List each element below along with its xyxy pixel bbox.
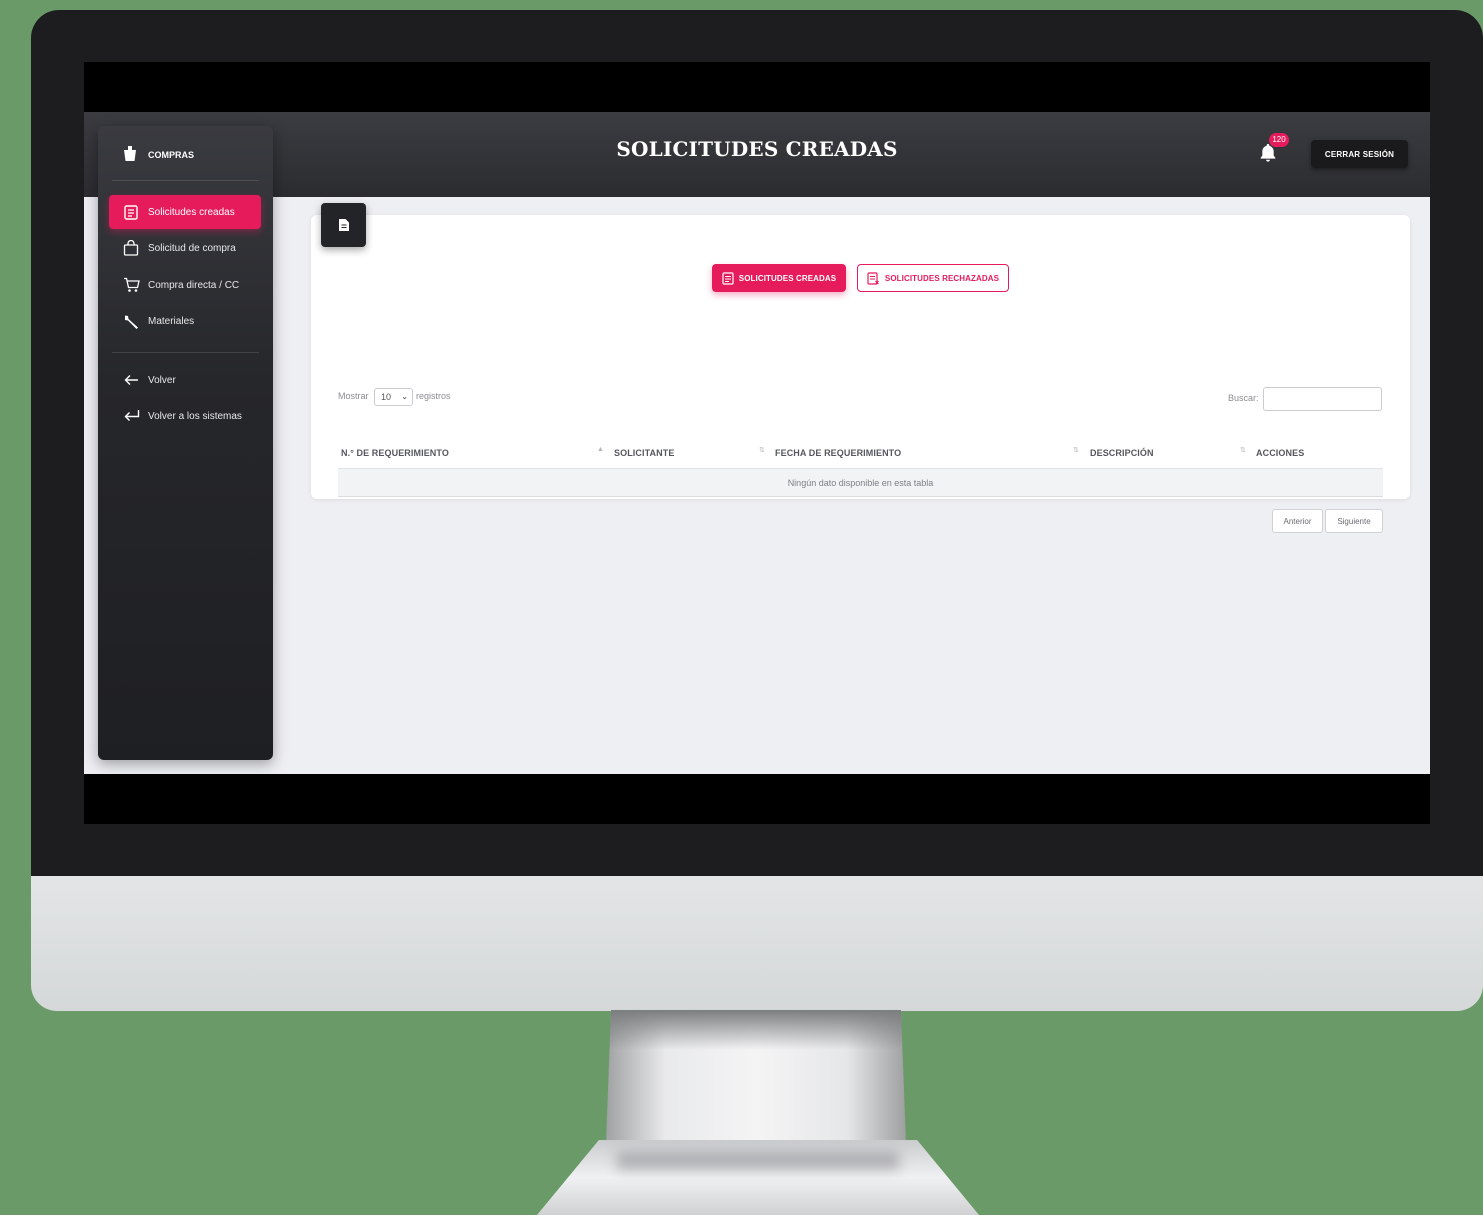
- sidebar-item-volver[interactable]: Volver: [109, 363, 261, 397]
- tab-label: SOLICITUDES RECHAZADAS: [884, 273, 1000, 283]
- sidebar: COMPRAS Solicitudes creadas Solicitud de…: [98, 126, 273, 760]
- cart-icon: [122, 276, 140, 294]
- table-empty-row: Ningún dato disponible en esta tabla: [338, 469, 1383, 497]
- app-window: SOLICITUDES CREADAS 120 CERRAR SESIÓN CO…: [84, 112, 1430, 774]
- tab-solicitudes-rechazadas[interactable]: SOLICITUDES RECHAZADAS: [857, 264, 1009, 292]
- logout-button[interactable]: CERRAR SESIÓN: [1311, 140, 1408, 168]
- shopping-basket-icon: [124, 146, 136, 161]
- sidebar-item-label: Compra directa / CC: [148, 279, 240, 291]
- sidebar-item-volver-sistemas[interactable]: Volver a los sistemas: [109, 399, 261, 433]
- sidebar-divider: [112, 180, 259, 181]
- sidebar-item-label: Solicitudes creadas: [148, 206, 235, 218]
- page-length-value: 10: [381, 392, 392, 402]
- page-length-select[interactable]: 10 ⌄: [374, 388, 413, 406]
- sidebar-item-label: Volver a los sistemas: [148, 410, 242, 422]
- notification-badge: 120: [1269, 133, 1289, 147]
- wrench-icon: [122, 312, 140, 330]
- column-header-descripcion[interactable]: DESCRIPCIÓN: [1090, 448, 1154, 458]
- length-prefix-label: Mostrar: [338, 391, 369, 401]
- next-page-button[interactable]: Siguiente: [1325, 509, 1383, 533]
- sidebar-item-label: Solicitud de compra: [148, 242, 236, 254]
- return-arrow-icon: [122, 407, 140, 425]
- monitor-screen: SOLICITUDES CREADAS 120 CERRAR SESIÓN CO…: [84, 62, 1430, 824]
- tab-solicitudes-creadas[interactable]: SOLICITUDES CREADAS: [712, 264, 846, 292]
- sidebar-item-label: Materiales: [148, 315, 195, 327]
- monitor-stand-base: [537, 1140, 979, 1215]
- page-title: SOLICITUDES CREADAS: [616, 137, 898, 161]
- file-icon: [338, 219, 349, 231]
- tab-label: SOLICITUDES CREADAS: [738, 273, 837, 283]
- search-label: Buscar:: [1228, 393, 1259, 403]
- arrow-left-icon: [122, 371, 140, 389]
- monitor-chin: [31, 876, 1483, 1011]
- sidebar-divider: [112, 352, 259, 353]
- document-list-icon: [722, 271, 734, 285]
- card-header-icon: [321, 203, 366, 247]
- sidebar-brand-label: COMPRAS: [148, 150, 195, 160]
- sidebar-item-label: Volver: [148, 374, 176, 386]
- length-suffix-label: registros: [416, 391, 451, 401]
- chevron-down-icon: ⌄: [401, 392, 408, 401]
- sidebar-item-compra-directa[interactable]: Compra directa / CC: [109, 268, 261, 302]
- column-header-acciones[interactable]: ACCIONES: [1256, 448, 1304, 458]
- sidebar-item-solicitudes-creadas[interactable]: Solicitudes creadas: [109, 195, 261, 229]
- shopping-bag-icon: [122, 239, 140, 257]
- sidebar-item-materiales[interactable]: Materiales: [109, 304, 261, 338]
- sort-icon: ⇅: [1073, 447, 1079, 454]
- sort-icon: ⇅: [759, 447, 765, 454]
- document-list-icon: [122, 203, 140, 221]
- previous-page-button[interactable]: Anterior: [1272, 509, 1323, 533]
- top-bar: SOLICITUDES CREADAS 120 CERRAR SESIÓN: [84, 112, 1430, 197]
- column-header-solicitante[interactable]: SOLICITANTE: [614, 448, 674, 458]
- sort-icon: ⇅: [1240, 447, 1246, 454]
- column-header-requerimiento[interactable]: N.° DE REQUERIMIENTO: [341, 448, 449, 458]
- sidebar-item-solicitud-de-compra[interactable]: Solicitud de compra: [109, 231, 261, 265]
- sort-asc-icon: ▲: [597, 446, 604, 453]
- sidebar-brand: COMPRAS: [98, 142, 273, 168]
- search-input[interactable]: [1263, 387, 1382, 411]
- column-header-fecha[interactable]: FECHA DE REQUERIMIENTO: [775, 448, 901, 458]
- document-rejected-icon: [867, 271, 879, 285]
